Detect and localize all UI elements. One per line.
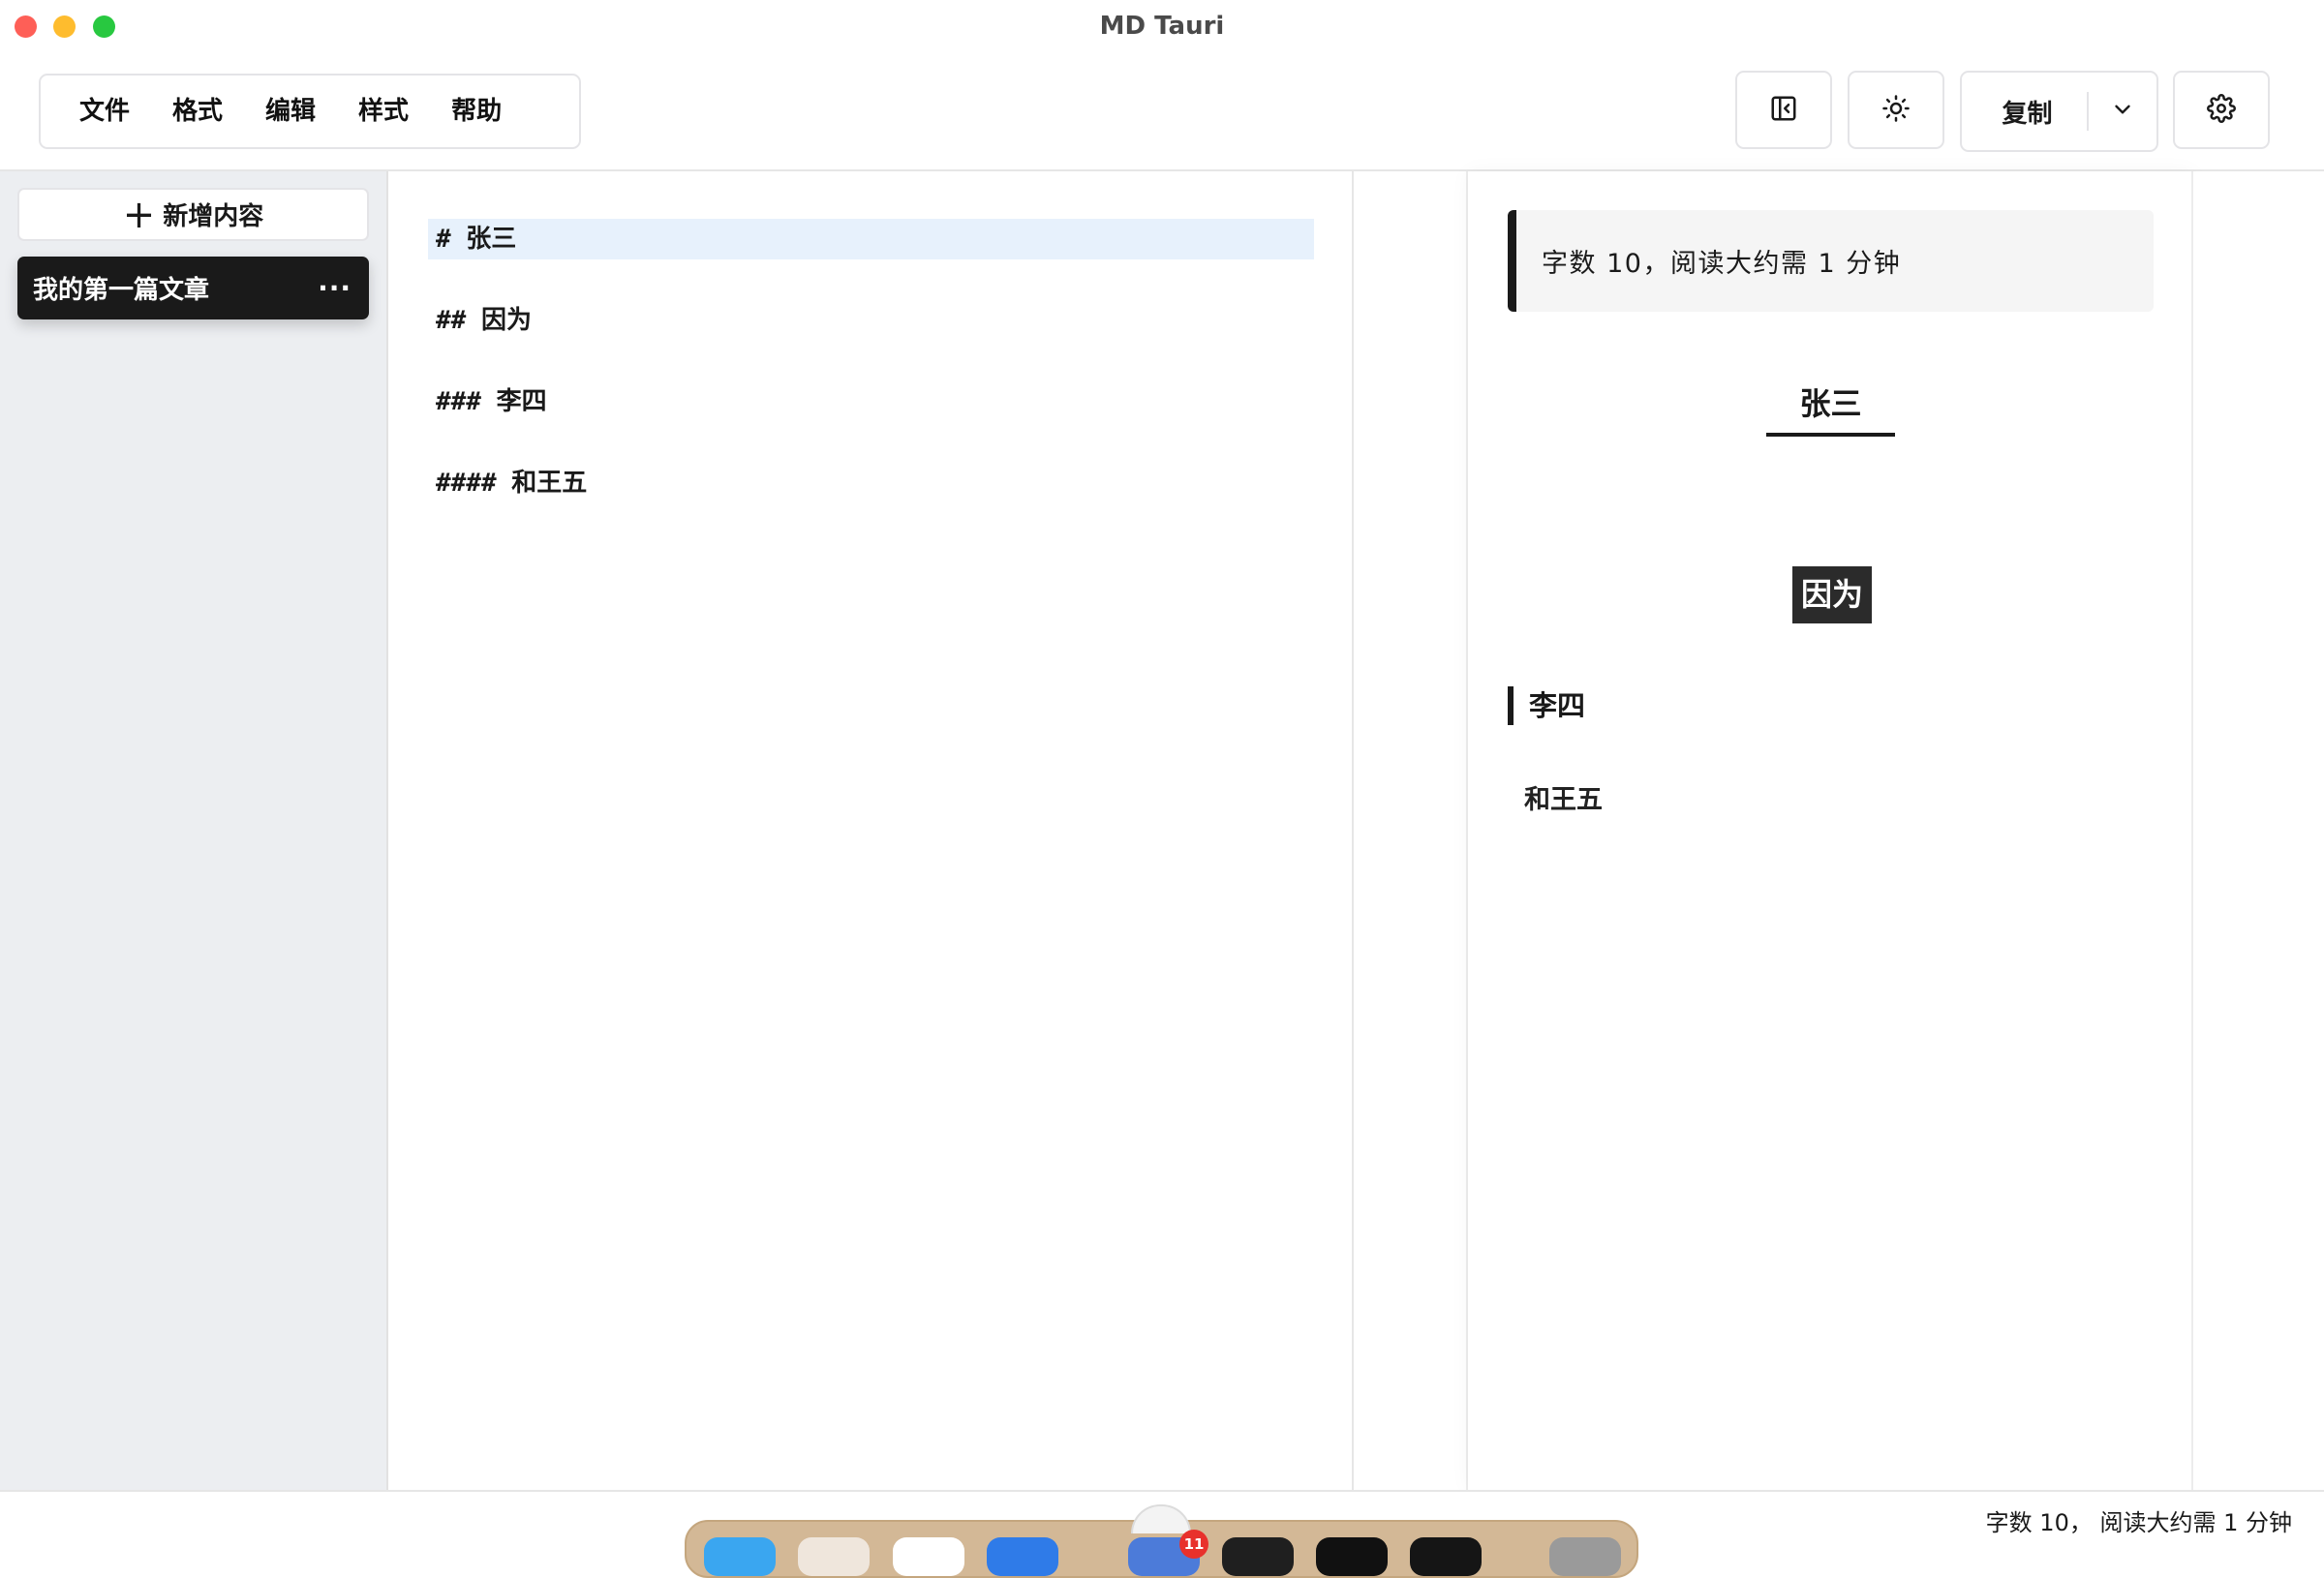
plus-icon: +: [122, 192, 156, 237]
copy-button-group: 复制: [1960, 71, 2158, 152]
sun-icon: [1881, 94, 1911, 127]
menu-file[interactable]: 文件: [58, 74, 151, 149]
menu-format[interactable]: 格式: [151, 74, 244, 149]
gear-icon: [2207, 93, 2236, 127]
editor-line[interactable]: ## 因为: [436, 301, 532, 340]
word-count-blockquote: 字数 10，阅读大约需 1 分钟: [1508, 210, 2154, 312]
dock-app-icon[interactable]: [1222, 1537, 1294, 1576]
menu-edit[interactable]: 编辑: [244, 74, 337, 149]
menu-bar: 文件 格式 编辑 样式 帮助: [39, 74, 581, 149]
copy-options-dropdown[interactable]: [2089, 73, 2156, 150]
preview-gutter: [1354, 171, 1468, 1490]
preview-heading-4: 和王五: [1524, 785, 1603, 815]
dock-app-icon[interactable]: [1549, 1537, 1621, 1576]
preview-heading-2: 因为: [1792, 566, 1873, 623]
preview-heading-1: 张三: [1766, 382, 1895, 437]
sidebar-item-post[interactable]: 我的第一篇文章 ···: [17, 257, 369, 319]
editor-line[interactable]: # 张三: [436, 220, 516, 258]
settings-button[interactable]: [2173, 71, 2270, 149]
dock-app-icon[interactable]: [1316, 1537, 1388, 1576]
dock-app-icon[interactable]: [893, 1537, 964, 1576]
dock-app-icon[interactable]: [798, 1537, 870, 1576]
dock-app-icon[interactable]: [1410, 1537, 1482, 1576]
more-options-icon[interactable]: ···: [318, 272, 352, 304]
theme-toggle-button[interactable]: [1848, 71, 1944, 149]
active-line-highlight: [428, 219, 1314, 259]
window-title: MD Tauri: [1099, 12, 1225, 41]
menu-help[interactable]: 帮助: [430, 74, 523, 149]
new-content-button[interactable]: + 新增内容: [17, 188, 369, 241]
preview-pane: [1468, 171, 2193, 1490]
chevron-down-icon: [2110, 97, 2135, 126]
sidebar-collapse-icon: [1769, 94, 1798, 127]
toggle-sidebar-button[interactable]: [1735, 71, 1832, 149]
right-gutter: [2193, 171, 2324, 1490]
copy-button[interactable]: 复制: [1962, 94, 2087, 130]
status-word-count: 字数 10， 阅读大约需 1 分钟: [1985, 1509, 2292, 1536]
menu-style[interactable]: 样式: [337, 74, 430, 149]
preview-heading-3: 李四: [1508, 686, 1585, 725]
post-title: 我的第一篇文章: [33, 276, 210, 305]
new-content-label: 新增内容: [163, 202, 264, 231]
markdown-editor[interactable]: [388, 171, 1354, 1490]
dock-app-icon[interactable]: [704, 1537, 776, 1576]
editor-line[interactable]: #### 和王五: [436, 464, 587, 502]
editor-line[interactable]: ### 李四: [436, 382, 547, 421]
notification-badge: 11: [1179, 1530, 1208, 1559]
sidebar: [0, 171, 388, 1490]
dock-app-icon[interactable]: [987, 1537, 1058, 1576]
